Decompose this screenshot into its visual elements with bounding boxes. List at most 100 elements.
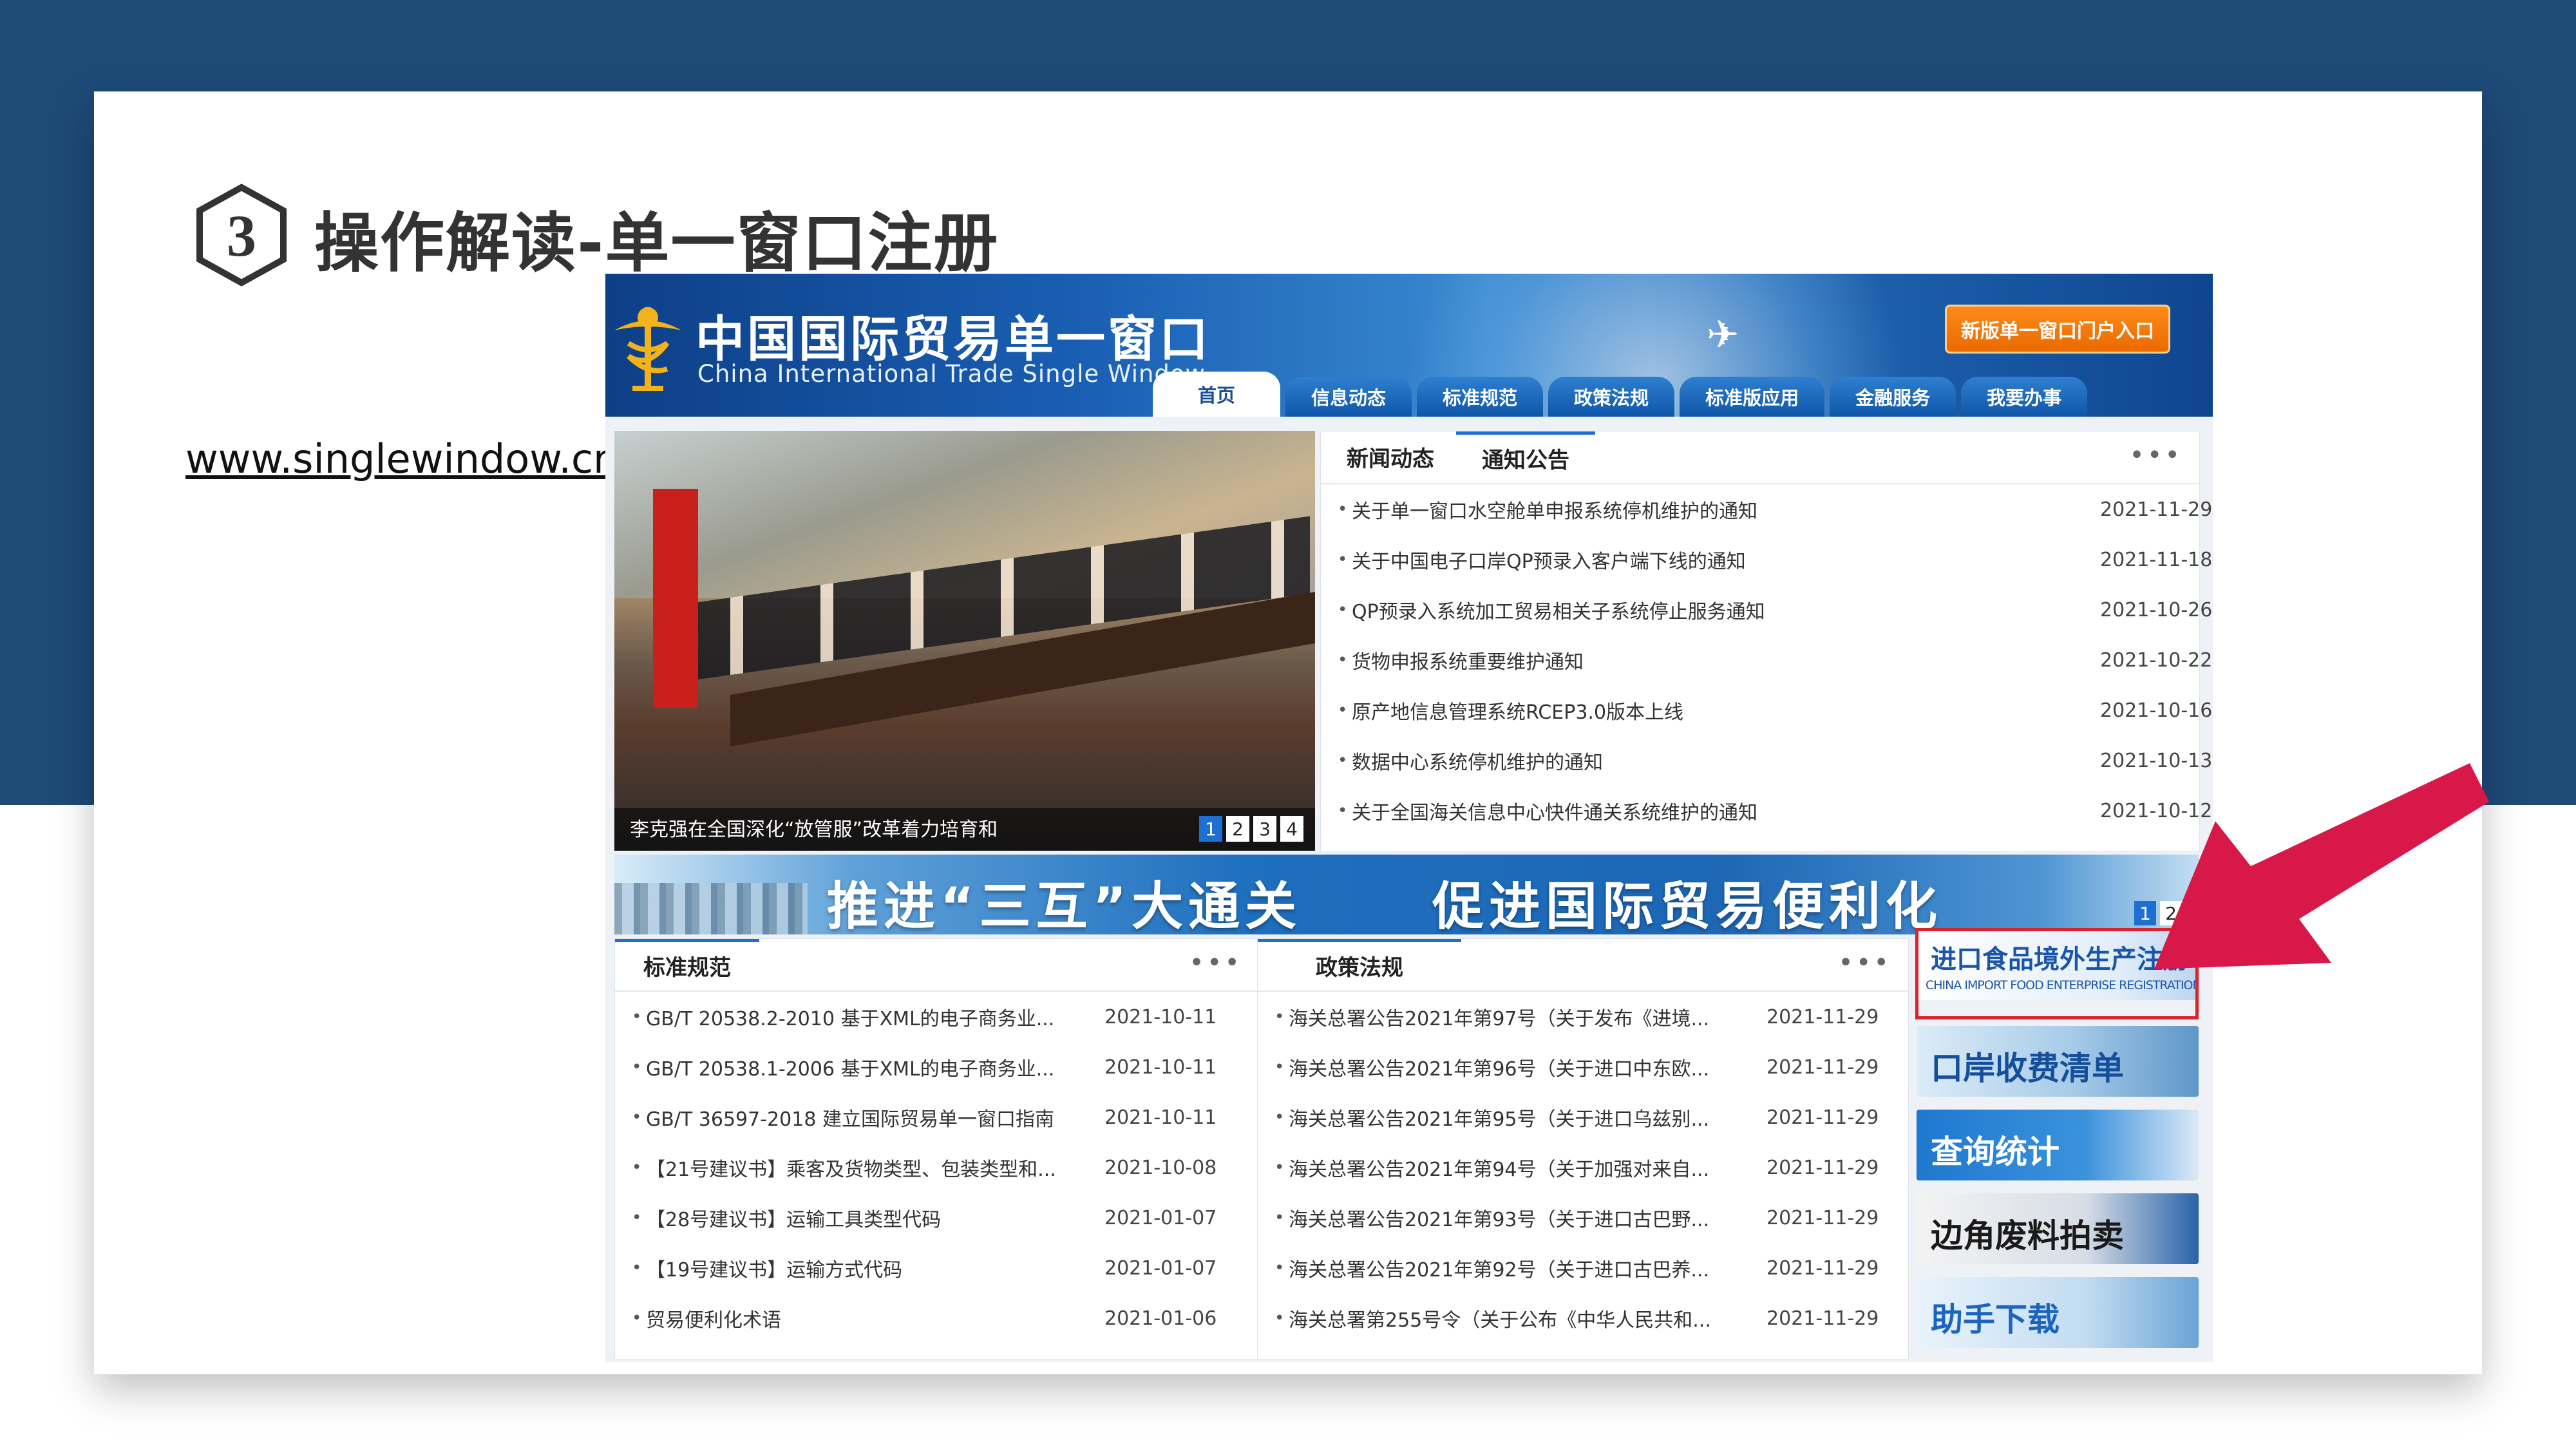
notice-title[interactable]: 原产地信息管理系统RCEP3.0版本上线 xyxy=(1352,696,2047,724)
nav-financial-services[interactable]: 金融服务 xyxy=(1830,377,1956,417)
bullet-icon: • xyxy=(632,1007,642,1027)
policy-row[interactable]: • 海关总署公告2021年第97号（关于发布《进境... 2021-11-29 xyxy=(1258,992,1908,1042)
policy-title[interactable]: 海关总署第255号令（关于公布《中华人民共和... xyxy=(1289,1304,1733,1332)
standard-row[interactable]: • 【19号建议书】运输方式代码 2021-01-07 xyxy=(615,1243,1259,1293)
nav-home[interactable]: 首页 xyxy=(1153,372,1281,417)
standard-title[interactable]: GB/T 36597-2018 建立国际贸易单一窗口指南 xyxy=(646,1103,1090,1132)
notice-title[interactable]: 关于中国电子口岸QP预录入客户端下线的通知 xyxy=(1352,545,2047,574)
carousel-page-2[interactable]: 2 xyxy=(1226,816,1249,842)
carousel-page-1[interactable]: 1 xyxy=(1199,816,1222,842)
news-more-icon[interactable]: ••• xyxy=(2129,440,2183,470)
notice-row[interactable]: • 原产地信息管理系统RCEP3.0版本上线 2021-10-16 xyxy=(1321,685,2212,735)
policy-row[interactable]: • 海关总署公告2021年第92号（关于进口古巴养... 2021-11-29 xyxy=(1258,1243,1908,1293)
new-portal-button[interactable]: 新版单一窗口门户入口 xyxy=(1945,305,2170,354)
bullet-icon: • xyxy=(1338,500,1348,519)
standards-list: • GB/T 20538.2-2010 基于XML的电子商务业... 2021-10… xyxy=(615,992,1259,1343)
step-number-badge: 3 xyxy=(196,184,287,287)
policy-row[interactable]: • 海关总署公告2021年第93号（关于进口古巴野... 2021-11-29 xyxy=(1258,1193,1908,1243)
query-stats-link[interactable]: 查询统计 xyxy=(1917,1110,2199,1180)
standard-row[interactable]: • GB/T 20538.2-2010 基于XML的电子商务业... 2021-10… xyxy=(615,992,1259,1042)
border-auction-link[interactable]: 边角废料拍卖 xyxy=(1917,1193,2199,1264)
standard-title[interactable]: GB/T 20538.1-2006 基于XML的电子商务业... xyxy=(646,1053,1090,1081)
policy-row[interactable]: • 海关总署公告2021年第96号（关于进口中东欧... 2021-11-29 xyxy=(1258,1042,1908,1092)
policy-date: 2021-11-29 xyxy=(1766,1156,1879,1179)
policy-row[interactable]: • 海关总署公告2021年第95号（关于进口乌兹别... 2021-11-29 xyxy=(1258,1092,1908,1142)
notice-date: 2021-11-18 xyxy=(2100,548,2213,571)
nav-standard-apps[interactable]: 标准版应用 xyxy=(1680,377,1825,417)
notice-title[interactable]: QP预录入系统加工贸易相关子系统停止服务通知 xyxy=(1352,596,2047,624)
standard-date: 2021-01-07 xyxy=(1104,1256,1217,1280)
border-auction-label: 边角废料拍卖 xyxy=(1931,1217,2124,1255)
port-fees-link[interactable]: 口岸收费清单 xyxy=(1917,1026,2199,1097)
query-stats-label: 查询统计 xyxy=(1931,1133,2060,1171)
tab-news[interactable]: 新闻动态 xyxy=(1347,431,1434,482)
bullet-icon: • xyxy=(1338,600,1348,620)
helper-download-label: 助手下载 xyxy=(1931,1301,2060,1338)
promo-banner[interactable]: 推进“三互”大通关 促进国际贸易便利化 1 2 xyxy=(614,855,2199,934)
standard-title[interactable]: GB/T 20538.2-2010 基于XML的电子商务业... xyxy=(646,1003,1090,1031)
policy-row[interactable]: • 海关总署公告2021年第94号（关于加强对来自... 2021-11-29 xyxy=(1258,1142,1908,1193)
policy-title[interactable]: 海关总署公告2021年第92号（关于进口古巴养... xyxy=(1289,1254,1733,1282)
carousel-page-3[interactable]: 3 xyxy=(1253,816,1276,842)
carousel-caption[interactable]: 李克强在全国深化“放管服”改革着力培育和 xyxy=(630,813,998,842)
carousel-pager: 1 2 3 4 xyxy=(1195,816,1303,842)
tab-notices[interactable]: 通知公告 xyxy=(1456,431,1595,482)
notice-date: 2021-10-26 xyxy=(2100,598,2213,621)
news-carousel[interactable]: 李克强在全国深化“放管服”改革着力培育和 1 2 3 4 xyxy=(614,431,1315,851)
tab-policies[interactable]: 政策法规 xyxy=(1258,939,1461,989)
policy-row[interactable]: • 海关总署第255号令（关于公布《中华人民共和... 2021-11-29 xyxy=(1258,1293,1908,1343)
nav-standards[interactable]: 标准规范 xyxy=(1417,377,1544,417)
policy-title[interactable]: 海关总署公告2021年第95号（关于进口乌兹别... xyxy=(1289,1103,1733,1132)
carousel-page-4[interactable]: 4 xyxy=(1280,816,1303,842)
notice-row[interactable]: • 数据中心系统停机维护的通知 2021-10-13 xyxy=(1321,735,2212,786)
bullet-icon: • xyxy=(1274,1158,1285,1177)
policies-more-icon[interactable]: ••• xyxy=(1838,948,1891,978)
notice-row[interactable]: • 货物申报系统重要维护通知 2021-10-22 xyxy=(1321,635,2212,685)
notice-row[interactable]: • 关于单一窗口水空舱单申报系统停机维护的通知 2021-11-29 xyxy=(1321,484,2212,535)
notice-title[interactable]: 货物申报系统重要维护通知 xyxy=(1352,646,2047,674)
notice-title[interactable]: 数据中心系统停机维护的通知 xyxy=(1352,746,2047,775)
bullet-icon: • xyxy=(632,1057,642,1077)
standards-more-icon[interactable]: ••• xyxy=(1189,948,1242,978)
standard-row[interactable]: • 【28号建议书】运输工具类型代码 2021-01-07 xyxy=(615,1193,1259,1243)
port-fees-label: 口岸收费清单 xyxy=(1931,1050,2124,1087)
notice-title[interactable]: 关于单一窗口水空舱单申报系统停机维护的通知 xyxy=(1352,495,2047,524)
standards-panel: 标准规范 ••• • GB/T 20538.2-2010 基于XML的电子商务业.… xyxy=(614,938,1260,1359)
standard-row[interactable]: • GB/T 36597-2018 建立国际贸易单一窗口指南 2021-10-11 xyxy=(615,1092,1259,1142)
flag-image xyxy=(653,489,698,708)
nav-services[interactable]: 我要办事 xyxy=(1961,377,2088,417)
standard-row[interactable]: • GB/T 20538.1-2006 基于XML的电子商务业... 2021-10… xyxy=(615,1042,1259,1092)
policy-title[interactable]: 海关总署公告2021年第93号（关于进口古巴野... xyxy=(1289,1204,1733,1232)
notice-row[interactable]: • 关于中国电子口岸QP预录入客户端下线的通知 2021-11-18 xyxy=(1321,535,2212,585)
banner-slogan-left: 推进“三互”大通关 xyxy=(827,876,1302,934)
policies-list: • 海关总署公告2021年第97号（关于发布《进境... 2021-11-29 • 海关… xyxy=(1258,992,1908,1343)
standard-title[interactable]: 【19号建议书】运输方式代码 xyxy=(646,1254,1090,1282)
city-skyline-graphic xyxy=(614,883,808,934)
policy-title[interactable]: 海关总署公告2021年第94号（关于加强对来自... xyxy=(1289,1153,1733,1182)
notice-date: 2021-10-22 xyxy=(2100,649,2213,672)
policy-title[interactable]: 海关总署公告2021年第96号（关于进口中东欧... xyxy=(1289,1053,1733,1081)
notice-row[interactable]: • QP预录入系统加工贸易相关子系统停止服务通知 2021-10-26 xyxy=(1321,585,2212,635)
nav-policies[interactable]: 政策法规 xyxy=(1548,377,1675,417)
standard-title[interactable]: 【28号建议书】运输工具类型代码 xyxy=(646,1204,1090,1232)
banner-page-1[interactable]: 1 xyxy=(2134,901,2156,925)
notice-row[interactable]: • 关于全国海关信息中心快件通关系统维护的通知 2021-10-12 xyxy=(1321,786,2212,836)
site-logo-subtitle: China International Trade Single Window xyxy=(697,360,1206,388)
notice-title[interactable]: 关于全国海关信息中心快件通关系统维护的通知 xyxy=(1352,797,2047,825)
standard-date: 2021-01-07 xyxy=(1104,1206,1217,1229)
bullet-icon: • xyxy=(1274,1007,1285,1027)
policy-date: 2021-11-29 xyxy=(1766,1056,1879,1079)
step-number: 3 xyxy=(227,203,256,269)
policy-title[interactable]: 海关总署公告2021年第97号（关于发布《进境... xyxy=(1289,1003,1733,1031)
standards-tabs: 标准规范 ••• xyxy=(615,939,1259,992)
standard-title[interactable]: 贸易便利化术语 xyxy=(646,1304,1090,1332)
standard-row[interactable]: • 贸易便利化术语 2021-01-06 xyxy=(615,1293,1259,1343)
website-url-link[interactable]: www.singlewindow.cn xyxy=(185,435,618,482)
nav-news[interactable]: 信息动态 xyxy=(1285,377,1412,417)
standard-title[interactable]: 【21号建议书】乘客及货物类型、包装类型和... xyxy=(646,1153,1090,1182)
standard-row[interactable]: • 【21号建议书】乘客及货物类型、包装类型和... 2021-10-08 xyxy=(615,1142,1259,1193)
tab-standards[interactable]: 标准规范 xyxy=(615,939,759,989)
bullet-icon: • xyxy=(632,1309,642,1328)
standard-date: 2021-01-06 xyxy=(1104,1307,1217,1330)
helper-download-link[interactable]: 助手下载 xyxy=(1917,1277,2199,1348)
